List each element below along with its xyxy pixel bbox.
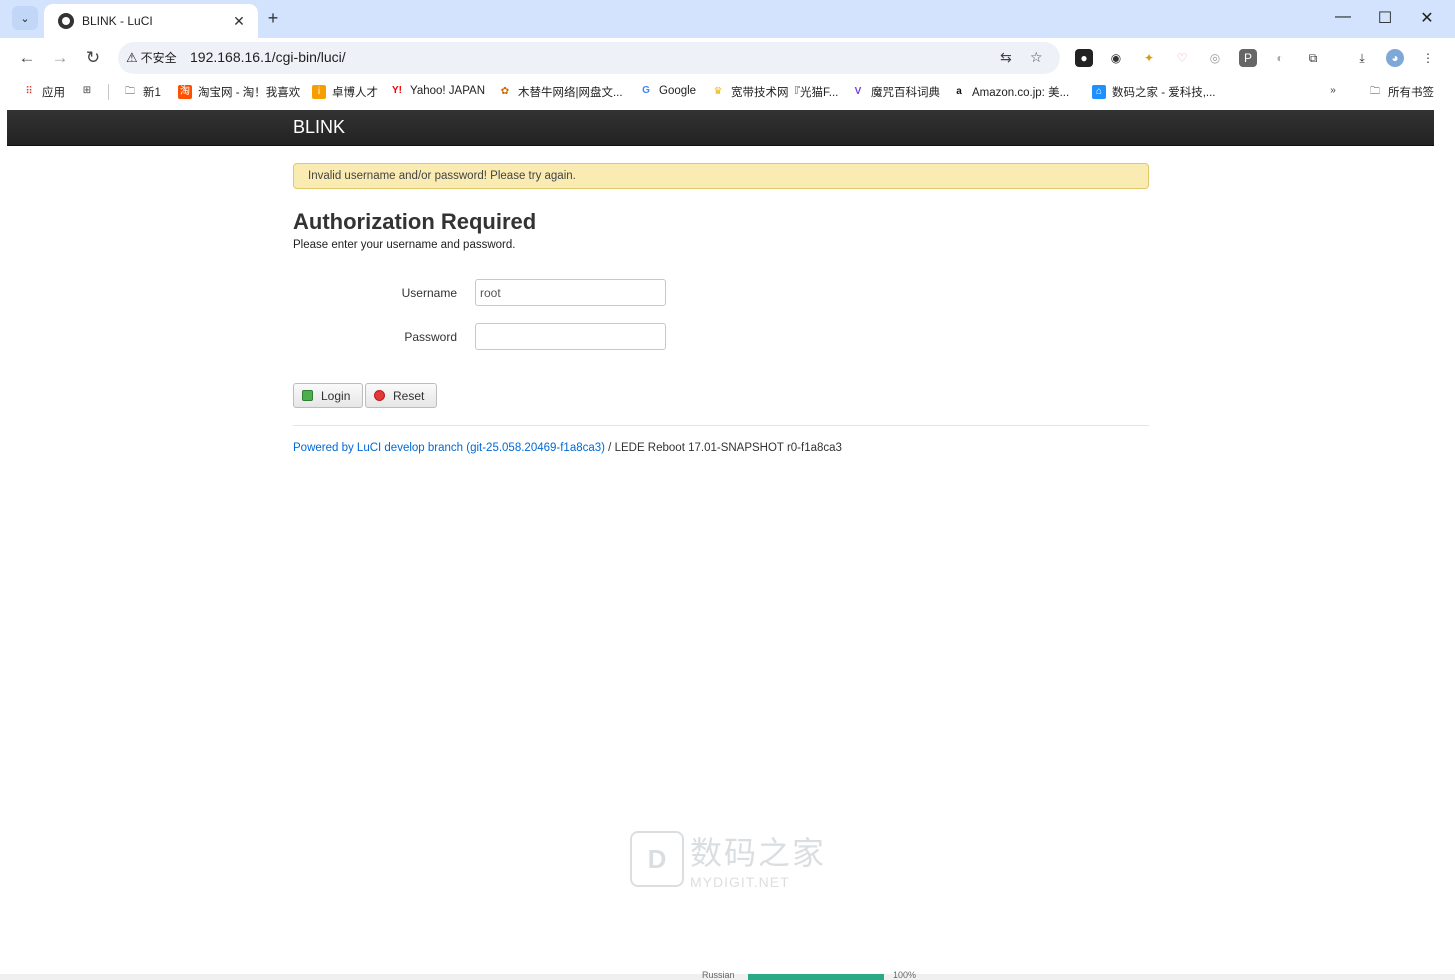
reset-icon xyxy=(374,390,385,401)
folder-icon: 🗀 xyxy=(125,86,135,97)
forward-button[interactable]: → xyxy=(48,47,72,69)
footer-version-text: / LEDE Reboot 17.01-SNAPSHOT r0-f1a8ca3 xyxy=(604,442,842,454)
page-description: Please enter your username and password. xyxy=(293,239,516,251)
password-label: Password xyxy=(404,330,457,344)
username-label: Username xyxy=(401,286,457,300)
bookmark-taobao[interactable]: 淘淘宝网 - 淘！我喜欢 xyxy=(178,84,300,100)
luci-link[interactable]: Powered by LuCI develop branch (git-25.0… xyxy=(293,442,605,454)
translate-icon[interactable]: ⇆ xyxy=(1000,49,1012,66)
bookmark-tab-groups[interactable]: ⊞ xyxy=(80,84,100,98)
login-button[interactable]: Login xyxy=(293,383,364,408)
bookmark-star-icon[interactable]: ☆ xyxy=(1030,49,1043,66)
mutiniu-icon: ✿ xyxy=(500,86,510,97)
folder-icon: 🗀 xyxy=(1370,86,1380,97)
menu-kebab-icon[interactable]: ⋮ xyxy=(1419,49,1437,67)
grid-icon: ⊞ xyxy=(82,85,92,96)
watermark-en: MYDIGIT.NET xyxy=(690,874,790,890)
password-input[interactable] xyxy=(475,323,666,350)
page-title: Authorization Required xyxy=(293,209,537,234)
error-alert: Invalid username and/or password! Please… xyxy=(293,163,1149,189)
tab-luci[interactable]: BLINK - LuCI ✕ xyxy=(44,4,258,38)
page-viewport: BLINK Invalid username and/or password! … xyxy=(7,110,1434,974)
address-bar[interactable]: ⚠ 不安全 192.168.16.1/cgi-bin/luci/ ⇆ ☆ xyxy=(118,42,1060,74)
login-icon xyxy=(302,390,313,401)
bookmarks-overflow-button[interactable]: » xyxy=(1326,84,1346,98)
bookmark-zhuobo[interactable]: i 卓博人才 xyxy=(312,84,378,100)
minimize-button[interactable]: — xyxy=(1328,8,1358,26)
background-percent-label: 100% xyxy=(893,970,917,980)
close-window-button[interactable]: ✕ xyxy=(1412,8,1442,28)
extension-1-icon[interactable]: ● xyxy=(1075,49,1093,67)
bookmarks-bar: ⠿ 应用 ⊞ 🗀 新1 淘淘宝网 - 淘！我喜欢 i 卓博人才 Y! Yahoo! JA… xyxy=(0,78,1455,106)
bookmark-folder-new1[interactable]: 🗀 新1 xyxy=(123,84,161,100)
bookmark-mozhou[interactable]: V 魔咒百科词典 xyxy=(851,84,940,100)
background-language-label: Russian xyxy=(702,970,735,980)
brand-link[interactable]: BLINK xyxy=(293,117,345,138)
browser-toolbar: ← → ↻ ⚠ 不安全 192.168.16.1/cgi-bin/luci/ ⇆… xyxy=(0,38,1455,78)
yahoo-icon: Y! xyxy=(392,85,402,96)
tab-search-button[interactable]: ⌄ xyxy=(12,6,38,30)
bookmark-amazon[interactable]: a Amazon.co.jp: 美... xyxy=(952,84,1069,100)
username-input[interactable] xyxy=(475,279,666,306)
back-button[interactable]: ← xyxy=(15,47,39,69)
bookmarks-divider xyxy=(108,84,109,100)
tab-title: BLINK - LuCI xyxy=(82,14,153,28)
google-icon: G xyxy=(642,85,650,96)
footer: Powered by LuCI develop branch (git-25.0… xyxy=(293,442,842,454)
mydigit-logo-icon: D xyxy=(630,831,684,887)
profile-avatar[interactable]: ◕ xyxy=(1386,49,1404,67)
taobao-icon: 淘 xyxy=(178,85,192,99)
reload-button[interactable]: ↻ xyxy=(81,47,105,69)
title-bar: ⌄ BLINK - LuCI ✕ + — ☐ ✕ xyxy=(0,0,1455,38)
maximize-button[interactable]: ☐ xyxy=(1370,8,1400,28)
site-favicon-icon xyxy=(58,13,74,29)
new-tab-button[interactable]: + xyxy=(262,8,284,30)
extensions-puzzle-icon[interactable]: ⧉ xyxy=(1304,49,1322,67)
browser-window: ⌄ BLINK - LuCI ✕ + — ☐ ✕ ← → ↻ ⚠ 不安全 192… xyxy=(0,0,1455,980)
extension-4-icon[interactable]: ♡ xyxy=(1173,49,1191,67)
bookmark-google[interactable]: G Google xyxy=(639,84,696,98)
bookmark-yahoo[interactable]: Y! Yahoo! JAPAN xyxy=(390,84,485,98)
kuandai-icon: ♛ xyxy=(713,86,723,97)
extension-2-icon[interactable]: ◉ xyxy=(1107,49,1125,67)
background-progress-bar xyxy=(748,974,884,980)
watermark-logo: D 数码之家 MYDIGIT.NET xyxy=(630,828,826,890)
close-tab-icon[interactable]: ✕ xyxy=(230,13,248,30)
security-indicator[interactable]: ⚠ 不安全 xyxy=(126,49,177,66)
extension-3-icon[interactable]: ✦ xyxy=(1140,49,1158,67)
extension-6-icon[interactable]: P xyxy=(1239,49,1257,67)
mydigit-icon: ⌂ xyxy=(1092,85,1106,99)
reset-button[interactable]: Reset xyxy=(365,383,438,408)
mozhou-icon: V xyxy=(854,86,862,97)
security-label: 不安全 xyxy=(140,51,177,65)
bookmark-mydigit[interactable]: ⌂ 数码之家 - 爱科技,... xyxy=(1092,84,1216,100)
zhuobo-icon: i xyxy=(312,85,326,99)
warning-icon: ⚠ xyxy=(126,49,138,65)
bookmark-apps[interactable]: ⠿ 应用 xyxy=(22,84,65,100)
download-icon[interactable]: ⤓ xyxy=(1353,49,1371,67)
apps-grid-icon: ⠿ xyxy=(25,86,33,97)
bookmark-mutiniu[interactable]: ✿ 木替牛网络|网盘文... xyxy=(498,84,623,100)
extension-5-icon[interactable]: ◎ xyxy=(1206,49,1224,67)
url-text[interactable]: 192.168.16.1/cgi-bin/luci/ xyxy=(190,49,346,65)
amazon-icon: a xyxy=(956,86,962,97)
footer-divider xyxy=(293,425,1149,426)
header-bar: BLINK xyxy=(7,110,1434,146)
chevron-double-right-icon: » xyxy=(1330,85,1336,96)
all-bookmarks-folder[interactable]: 🗀 所有书签 xyxy=(1368,84,1434,100)
extension-7-icon[interactable]: ◐ xyxy=(1271,49,1289,67)
bookmark-kuandai[interactable]: ♛ 宽带技术网『光猫F... xyxy=(711,84,839,100)
watermark-cn: 数码之家 xyxy=(690,834,827,872)
